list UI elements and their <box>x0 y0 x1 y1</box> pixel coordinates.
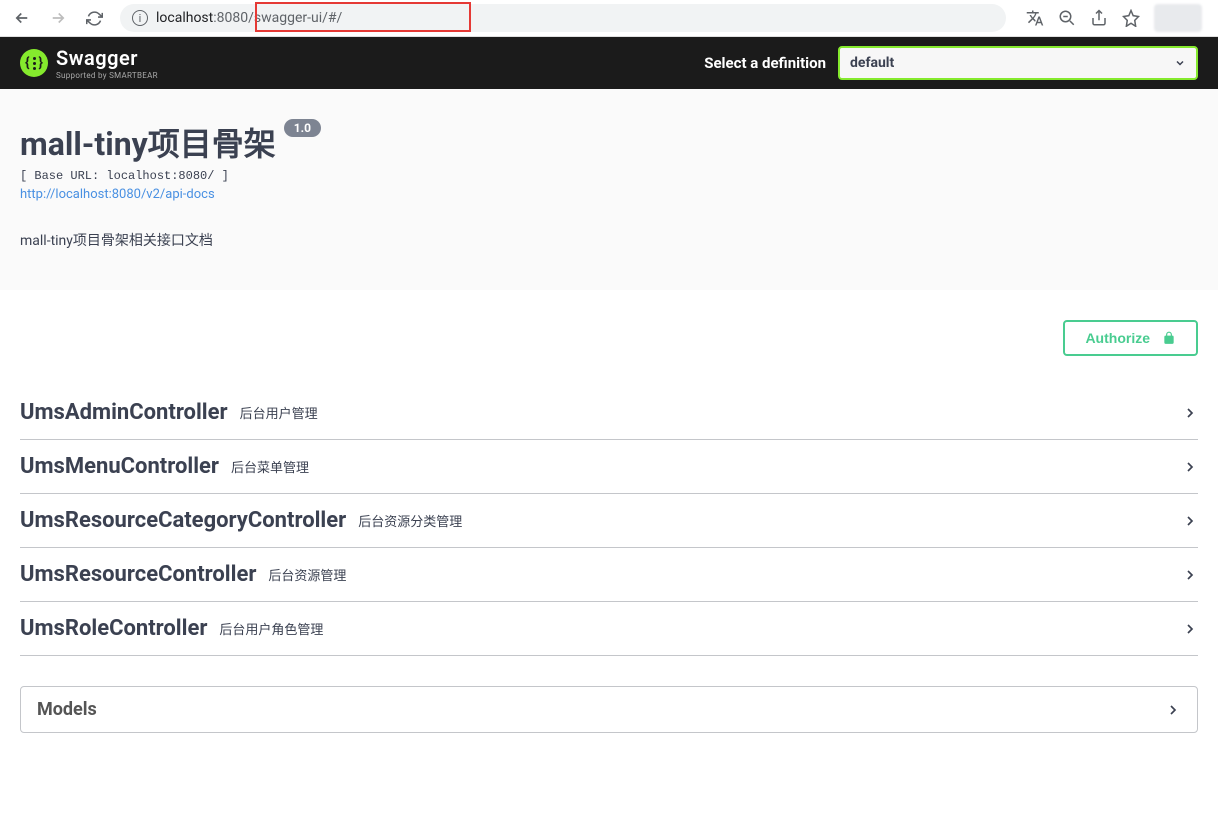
profile-avatar[interactable] <box>1154 4 1202 32</box>
back-button[interactable] <box>8 4 36 32</box>
site-info-icon[interactable]: i <box>132 10 148 26</box>
tag-description: 后台资源分类管理 <box>358 511 462 530</box>
api-docs-link[interactable]: http://localhost:8080/v2/api-docs <box>20 187 215 202</box>
reload-button[interactable] <box>80 4 108 32</box>
api-info-section: mall-tiny项目骨架 1.0 [ Base URL: localhost:… <box>0 89 1218 290</box>
zoom-icon[interactable] <box>1058 9 1076 27</box>
swagger-brand-sub: Supported by SMARTBEAR <box>56 71 158 80</box>
tag-description: 后台菜单管理 <box>231 457 309 476</box>
swagger-icon <box>20 49 48 77</box>
tag-UmsAdminController[interactable]: UmsAdminController 后台用户管理 <box>20 386 1198 440</box>
main-content: Authorize UmsAdminController 后台用户管理 UmsMen… <box>0 290 1218 753</box>
browser-actions <box>1018 4 1210 32</box>
tag-UmsRoleController[interactable]: UmsRoleController 后台用户角色管理 <box>20 602 1198 656</box>
base-url: [ Base URL: localhost:8080/ ] <box>20 169 1198 183</box>
forward-button[interactable] <box>44 4 72 32</box>
browser-toolbar: i localhost:8080/swagger-ui/#/ <box>0 0 1218 37</box>
swagger-topbar: Swagger Supported by SMARTBEAR Select a … <box>0 37 1218 89</box>
models-section[interactable]: Models <box>20 686 1198 733</box>
authorize-button[interactable]: Authorize <box>1063 320 1198 356</box>
tag-name: UmsResourceController <box>20 562 256 587</box>
chevron-right-icon <box>1182 513 1198 529</box>
url-text: localhost:8080/swagger-ui/#/ <box>156 10 342 26</box>
tag-name: UmsResourceCategoryController <box>20 508 346 533</box>
chevron-right-icon <box>1165 702 1181 718</box>
models-title: Models <box>37 699 97 720</box>
swagger-brand-text: Swagger <box>56 46 158 70</box>
star-icon[interactable] <box>1122 9 1140 27</box>
definition-select[interactable]: default <box>838 46 1198 80</box>
chevron-right-icon <box>1182 621 1198 637</box>
tag-name: UmsAdminController <box>20 400 228 425</box>
version-badge: 1.0 <box>284 119 321 137</box>
chevron-right-icon <box>1182 405 1198 421</box>
share-icon[interactable] <box>1090 9 1108 27</box>
tag-name: UmsRoleController <box>20 616 207 641</box>
tag-UmsResourceCategoryController[interactable]: UmsResourceCategoryController 后台资源分类管理 <box>20 494 1198 548</box>
definition-value: default <box>850 55 894 71</box>
tag-name: UmsMenuController <box>20 454 219 479</box>
chevron-right-icon <box>1182 567 1198 583</box>
url-bar[interactable]: i localhost:8080/swagger-ui/#/ <box>120 4 1006 32</box>
definition-label: Select a definition <box>704 54 826 72</box>
chevron-down-icon <box>1174 57 1186 69</box>
translate-icon[interactable] <box>1026 9 1044 27</box>
lock-icon <box>1162 331 1176 345</box>
tag-description: 后台用户管理 <box>240 403 318 422</box>
api-description: mall-tiny项目骨架相关接口文档 <box>20 230 1198 250</box>
tag-description: 后台用户角色管理 <box>219 619 323 638</box>
tag-description: 后台资源管理 <box>268 565 346 584</box>
tag-UmsResourceController[interactable]: UmsResourceController 后台资源管理 <box>20 548 1198 602</box>
chevron-right-icon <box>1182 459 1198 475</box>
tag-UmsMenuController[interactable]: UmsMenuController 后台菜单管理 <box>20 440 1198 494</box>
swagger-logo[interactable]: Swagger Supported by SMARTBEAR <box>20 46 158 80</box>
api-title: mall-tiny项目骨架 1.0 <box>20 119 321 165</box>
